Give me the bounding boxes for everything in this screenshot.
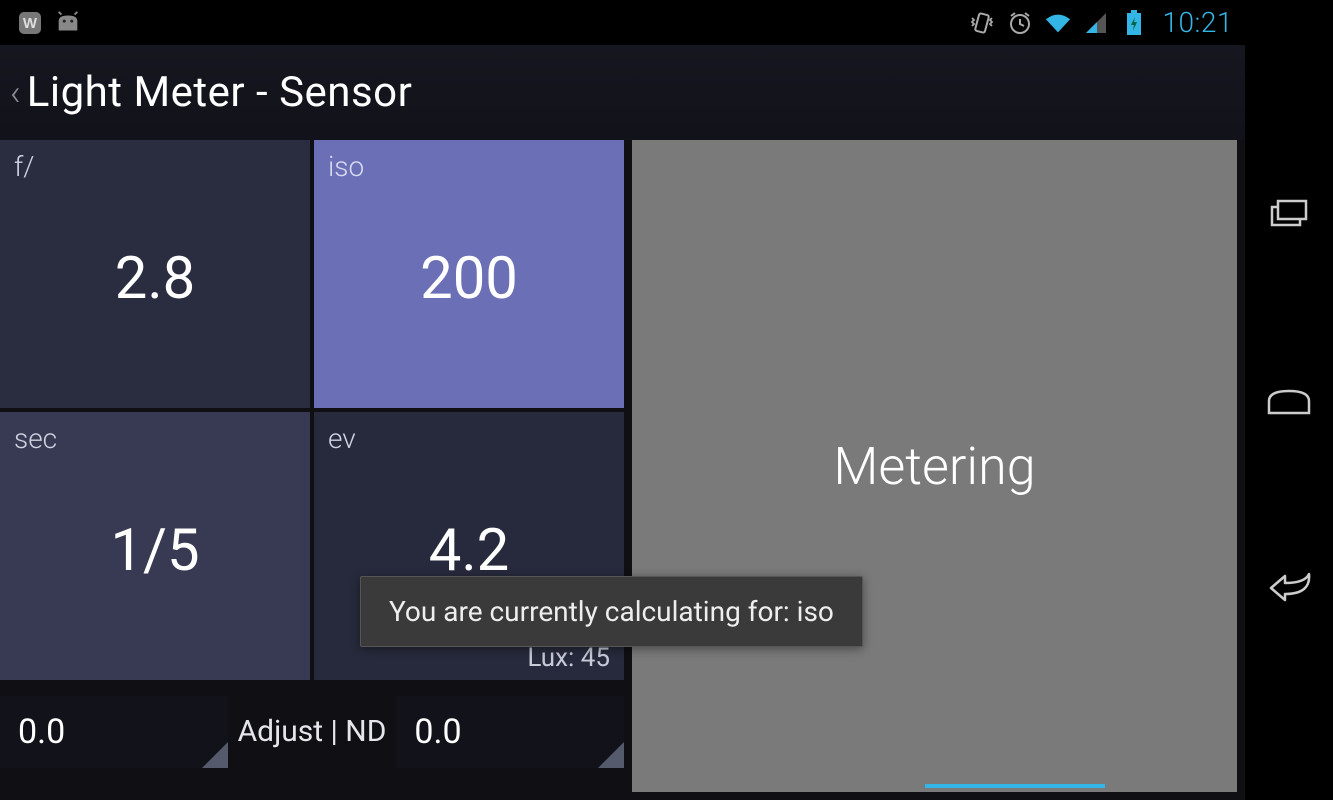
back-chevron-icon[interactable]: ‹ bbox=[10, 72, 21, 114]
home-button[interactable] bbox=[1264, 380, 1314, 420]
main-content: f/ 2.8 iso 200 sec 1/5 ev 4.2 Lux: 45 bbox=[0, 140, 1245, 800]
app-screen: W 10:21 ‹ Light bbox=[0, 0, 1245, 800]
status-left: W bbox=[16, 9, 82, 37]
tile-shutter-label: sec bbox=[14, 422, 296, 455]
alarm-icon bbox=[1006, 9, 1034, 37]
recent-apps-button[interactable] bbox=[1264, 193, 1314, 233]
android-notification-icon bbox=[54, 9, 82, 37]
metering-panel[interactable]: Metering bbox=[632, 140, 1237, 792]
adjust-left-spinner[interactable]: 0.0 bbox=[0, 696, 228, 768]
spinner-handle-icon bbox=[202, 742, 228, 768]
tile-aperture-value: 2.8 bbox=[14, 245, 296, 313]
tile-aperture[interactable]: f/ 2.8 bbox=[0, 140, 310, 408]
tile-aperture-label: f/ bbox=[14, 150, 296, 183]
title-bar[interactable]: ‹ Light Meter - Sensor bbox=[0, 45, 1245, 140]
metering-label: Metering bbox=[833, 436, 1035, 497]
vibrate-icon bbox=[968, 9, 996, 37]
metering-underline bbox=[925, 784, 1105, 788]
app-notification-icon: W bbox=[16, 9, 44, 37]
page-title: Light Meter - Sensor bbox=[27, 68, 413, 117]
tile-iso[interactable]: iso 200 bbox=[314, 140, 624, 408]
adjust-right-spinner[interactable]: 0.0 bbox=[396, 696, 624, 768]
status-right: 10:21 bbox=[968, 6, 1233, 39]
android-nav-rail bbox=[1245, 0, 1333, 800]
adjust-right-value: 0.0 bbox=[414, 712, 461, 752]
adjust-left-value: 0.0 bbox=[18, 712, 65, 752]
tile-iso-value: 200 bbox=[328, 245, 610, 313]
tile-iso-label: iso bbox=[328, 150, 610, 183]
svg-text:W: W bbox=[23, 15, 38, 32]
adjust-label: Adjust | ND bbox=[238, 714, 387, 749]
battery-charging-icon bbox=[1120, 9, 1148, 37]
toast-message: You are currently calculating for: iso bbox=[360, 576, 863, 647]
left-column: f/ 2.8 iso 200 sec 1/5 ev 4.2 Lux: 45 bbox=[0, 140, 624, 800]
adjust-row: 0.0 Adjust | ND 0.0 bbox=[0, 684, 624, 769]
tile-ev-label: ev bbox=[328, 422, 610, 455]
right-column: Metering bbox=[632, 140, 1245, 800]
tile-shutter-value: 1/5 bbox=[14, 517, 296, 585]
tile-ev-value: 4.2 bbox=[328, 517, 610, 585]
wifi-icon bbox=[1044, 9, 1072, 37]
tile-shutter[interactable]: sec 1/5 bbox=[0, 412, 310, 680]
status-bar: W 10:21 bbox=[0, 0, 1245, 45]
signal-icon bbox=[1082, 9, 1110, 37]
spinner-handle-icon bbox=[598, 742, 624, 768]
back-button[interactable] bbox=[1264, 567, 1314, 607]
clock: 10:21 bbox=[1162, 6, 1233, 39]
